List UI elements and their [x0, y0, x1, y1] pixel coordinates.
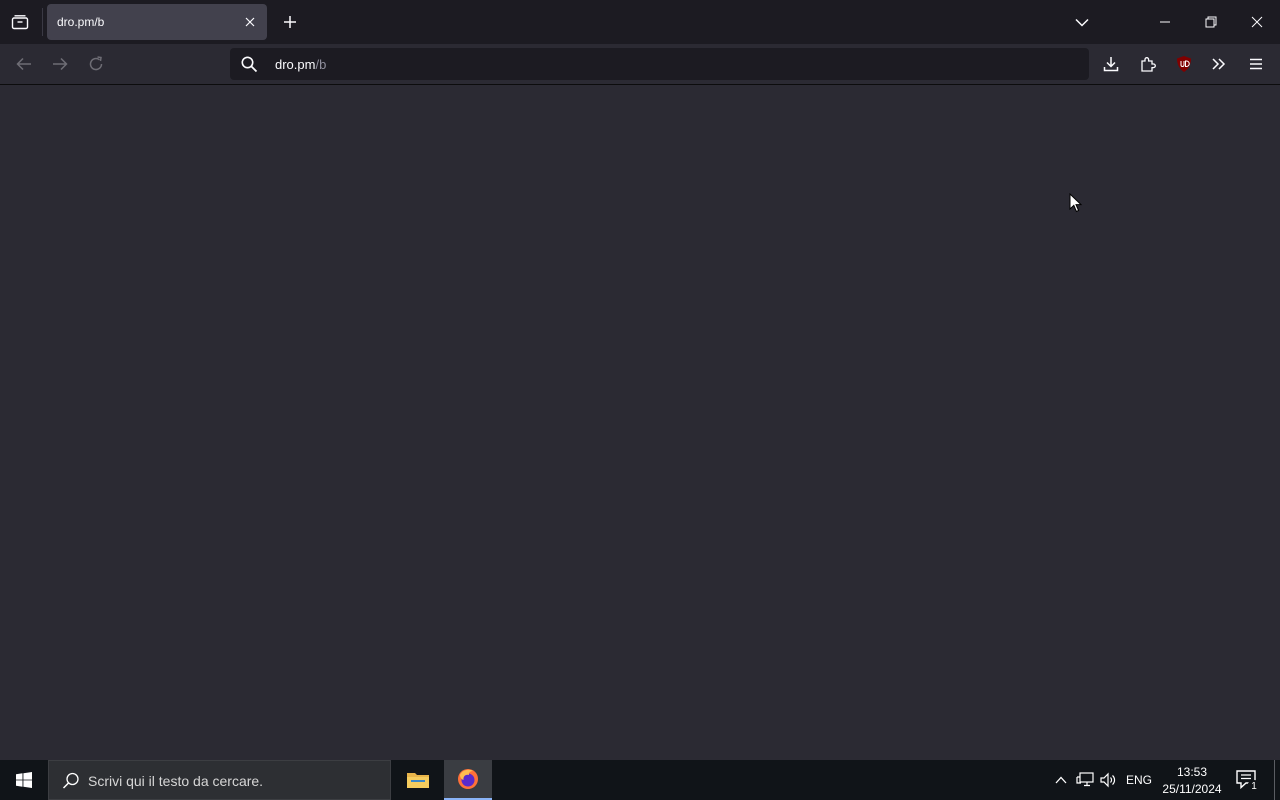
url-path: /b	[315, 57, 327, 72]
minimize-button[interactable]	[1142, 0, 1188, 44]
clock-time: 13:53	[1176, 765, 1208, 779]
firefox-icon	[458, 769, 478, 789]
restore-icon	[1205, 16, 1217, 28]
tab-close-button[interactable]	[241, 13, 259, 31]
mouse-cursor-icon	[1069, 193, 1083, 213]
ublock-origin-button[interactable]	[1170, 50, 1198, 78]
network-icon	[1076, 772, 1094, 787]
minimize-icon	[1160, 21, 1170, 23]
windows-logo-icon	[16, 772, 32, 788]
clock[interactable]: 13:53 25/11/2024	[1158, 764, 1226, 798]
network-button[interactable]	[1075, 770, 1095, 790]
plus-icon	[284, 16, 296, 28]
close-icon	[1251, 16, 1263, 28]
extensions-button[interactable]	[1134, 50, 1162, 78]
speaker-icon	[1100, 772, 1116, 788]
taskbar-search-box[interactable]: Scrivi qui il testo da cercare.	[48, 760, 391, 800]
notification-count-badge: 1	[1247, 780, 1261, 794]
download-icon	[1103, 57, 1119, 72]
tab-separator	[42, 8, 43, 36]
tab-strip: dro.pm/b	[0, 0, 1280, 44]
tab-title: dro.pm/b	[57, 15, 105, 29]
downloads-button[interactable]	[1097, 50, 1125, 78]
arrow-left-icon	[16, 57, 31, 71]
file-explorer-taskbar-button[interactable]	[394, 760, 442, 800]
hamburger-menu-icon	[1250, 58, 1262, 70]
close-window-button[interactable]	[1234, 0, 1280, 44]
input-language[interactable]: ENG	[1126, 773, 1152, 787]
reload-button[interactable]	[82, 50, 110, 78]
arrow-right-icon	[53, 57, 68, 71]
tab-active[interactable]: dro.pm/b	[47, 4, 267, 40]
search-placeholder: Scrivi qui il testo da cercare.	[88, 773, 264, 789]
start-button[interactable]	[0, 760, 48, 800]
url-text[interactable]: dro.pm/b	[275, 57, 326, 72]
navigation-toolbar: dro.pm/b	[0, 44, 1280, 85]
more-tools-button[interactable]	[1205, 50, 1233, 78]
restore-button[interactable]	[1188, 0, 1234, 44]
search-icon	[241, 56, 258, 73]
back-button[interactable]	[10, 50, 38, 78]
chevron-down-icon	[1075, 18, 1089, 27]
app-menu-button[interactable]	[1242, 50, 1270, 78]
firefox-taskbar-button[interactable]	[444, 760, 492, 800]
page-content[interactable]	[0, 85, 1280, 760]
clock-date: 25/11/2024	[1162, 782, 1222, 796]
folder-icon	[407, 773, 429, 788]
url-host: dro.pm	[275, 57, 316, 72]
volume-button[interactable]	[1099, 770, 1119, 790]
show-hidden-icons-button[interactable]	[1051, 770, 1071, 790]
ublock-shield-icon	[1177, 56, 1191, 72]
forward-button[interactable]	[46, 50, 74, 78]
show-desktop-button[interactable]	[1274, 760, 1275, 800]
reload-icon	[89, 56, 103, 71]
list-all-tabs-button[interactable]	[1070, 10, 1094, 34]
search-icon	[62, 772, 79, 789]
address-bar[interactable]: dro.pm/b	[230, 48, 1089, 80]
firefox-view-icon	[11, 15, 29, 30]
puzzle-icon	[1141, 57, 1156, 72]
close-icon	[245, 17, 255, 27]
new-tab-button[interactable]	[278, 10, 302, 34]
windows-taskbar: Scrivi qui il testo da cercare. ENG 13:5…	[0, 760, 1280, 800]
double-chevron-right-icon	[1212, 58, 1226, 70]
firefox-view-button[interactable]	[6, 8, 34, 36]
chevron-up-icon	[1055, 776, 1067, 784]
